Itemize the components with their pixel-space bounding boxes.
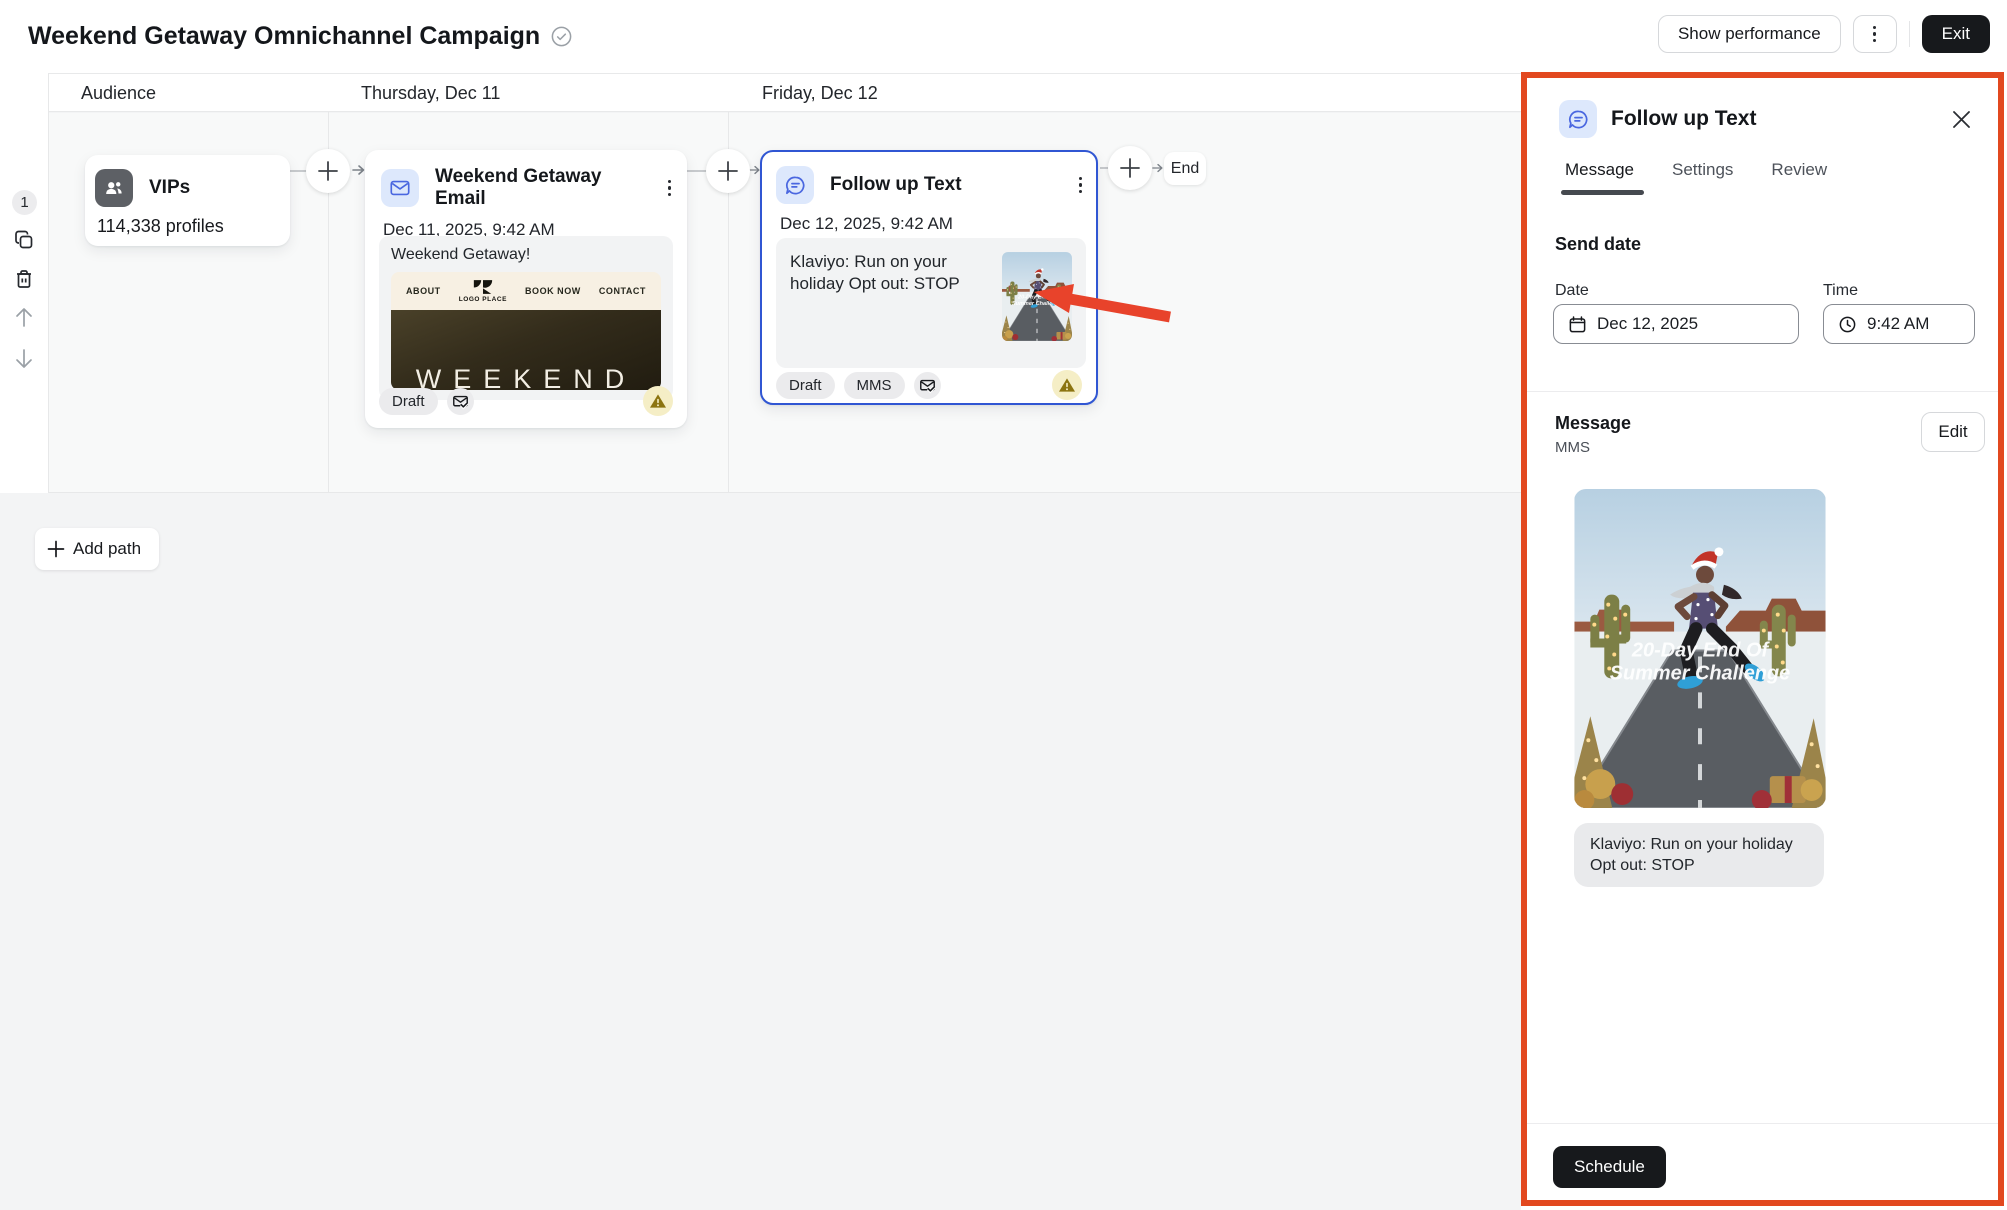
sms-card-menu[interactable] <box>1079 177 1083 194</box>
active-tab-indicator <box>1561 190 1644 195</box>
email-nav-contact: CONTACT <box>599 286 646 296</box>
campaign-canvas: Audience Thursday, Dec 11 Friday, Dec 12… <box>0 73 1521 1210</box>
tab-review[interactable]: Review <box>1771 160 1827 194</box>
end-node: End <box>1164 152 1206 185</box>
more-options-button[interactable] <box>1853 15 1897 53</box>
email-logo: LOGO PLACE <box>459 280 507 303</box>
delete-row-icon[interactable] <box>13 268 35 290</box>
clock-icon <box>1838 315 1857 334</box>
sms-preview-text: Klaviyo: Run on your holiday Opt out: ST… <box>776 238 1008 308</box>
email-warning-icon <box>643 386 673 416</box>
header-divider <box>1909 21 1910 47</box>
tab-settings[interactable]: Settings <box>1672 160 1733 194</box>
email-template-thumbnail: ABOUT LOGO PLACE BOOK NOW CONTACT WEEKEN… <box>391 272 661 390</box>
panel-tabs: Message Settings Review <box>1565 160 1827 194</box>
edit-message-button[interactable]: Edit <box>1921 412 1985 452</box>
page-title: Weekend Getaway Omnichannel Campaign <box>28 0 573 73</box>
date-input[interactable]: Dec 12, 2025 <box>1553 304 1799 344</box>
sms-preview: Klaviyo: Run on your holiday Opt out: ST… <box>776 238 1086 368</box>
mms-text-bubble: Klaviyo: Run on your holiday Opt out: ST… <box>1574 823 1824 887</box>
email-nav-about: ABOUT <box>406 286 441 296</box>
sms-status-badge: Draft <box>776 372 835 399</box>
row-number-badge: 1 <box>12 190 37 215</box>
tab-message[interactable]: Message <box>1565 160 1634 194</box>
column-audience: Audience <box>81 74 156 113</box>
app-header: Weekend Getaway Omnichannel Campaign Sho… <box>0 0 2007 73</box>
kebab-icon <box>1873 26 1877 43</box>
email-card[interactable]: Weekend Getaway Email Dec 11, 2025, 9:42… <box>365 150 687 428</box>
sms-channel-badge: MMS <box>844 372 905 399</box>
email-card-title: Weekend Getaway Email <box>435 166 652 210</box>
message-heading: Message <box>1555 413 1631 434</box>
move-row-up-icon[interactable] <box>13 306 35 328</box>
schedule-button[interactable]: Schedule <box>1553 1146 1666 1188</box>
add-step-button[interactable] <box>706 149 750 193</box>
message-type-label: MMS <box>1555 439 1590 456</box>
email-preview: Weekend Getaway! ABOUT LOGO PLACE BOOK N… <box>379 236 673 400</box>
email-icon <box>381 169 419 207</box>
date-label: Date <box>1555 282 1589 300</box>
sms-detail-panel: Follow up Text Message Settings Review S… <box>1521 72 2004 1206</box>
column-thursday: Thursday, Dec 11 <box>361 74 500 113</box>
email-delivery-icon <box>447 388 474 415</box>
panel-sms-icon <box>1559 100 1597 138</box>
panel-title: Follow up Text <box>1611 107 1756 131</box>
sms-warning-icon <box>1052 370 1082 400</box>
footer-divider <box>1527 1123 1998 1124</box>
close-panel-icon[interactable] <box>1950 108 1972 130</box>
audience-card[interactable]: VIPs 114,338 profiles <box>85 155 290 246</box>
audience-card-title: VIPs <box>149 177 276 199</box>
email-status-badge: Draft <box>379 388 438 415</box>
send-date-heading: Send date <box>1555 234 1641 255</box>
email-nav-book-now: BOOK NOW <box>525 286 581 296</box>
audience-people-icon <box>95 169 133 207</box>
email-card-menu[interactable] <box>668 180 672 197</box>
campaign-title: Weekend Getaway Omnichannel Campaign <box>28 22 540 51</box>
header-actions: Show performance Exit <box>1658 15 1990 53</box>
audience-profiles-count: 114,338 profiles <box>85 207 290 237</box>
email-subject: Weekend Getaway! <box>379 236 673 264</box>
sms-icon <box>776 166 814 204</box>
exit-button[interactable]: Exit <box>1922 15 1990 53</box>
timeline-column-header: Audience Thursday, Dec 11 Friday, Dec 12 <box>0 73 1521 112</box>
calendar-icon <box>1568 315 1587 334</box>
mms-image-preview <box>1574 489 1826 808</box>
sms-card-selected[interactable]: Follow up Text Dec 12, 2025, 9:42 AM Kla… <box>760 150 1098 405</box>
connector-line <box>687 170 707 172</box>
connector-arrow-icon <box>352 163 366 177</box>
add-step-button[interactable] <box>306 149 350 193</box>
sms-card-title: Follow up Text <box>830 174 1063 196</box>
show-performance-button[interactable]: Show performance <box>1658 15 1841 53</box>
add-step-button[interactable] <box>1108 146 1152 190</box>
sms-delivery-icon <box>914 372 941 399</box>
column-friday: Friday, Dec 12 <box>762 74 878 113</box>
add-path-button[interactable]: Add path <box>35 528 159 570</box>
check-circle-icon <box>550 25 573 48</box>
section-divider <box>1527 391 1998 392</box>
column-divider <box>328 73 329 493</box>
sms-preview-image <box>1002 252 1072 341</box>
time-label: Time <box>1823 282 1858 300</box>
time-input[interactable]: 9:42 AM <box>1823 304 1975 344</box>
duplicate-row-icon[interactable] <box>13 229 35 251</box>
sms-card-datetime: Dec 12, 2025, 9:42 AM <box>762 204 1096 234</box>
connector-arrow-icon <box>1152 161 1164 175</box>
move-row-down-icon[interactable] <box>13 348 35 370</box>
column-divider <box>728 73 729 493</box>
row-toolbar: 1 <box>0 73 49 493</box>
